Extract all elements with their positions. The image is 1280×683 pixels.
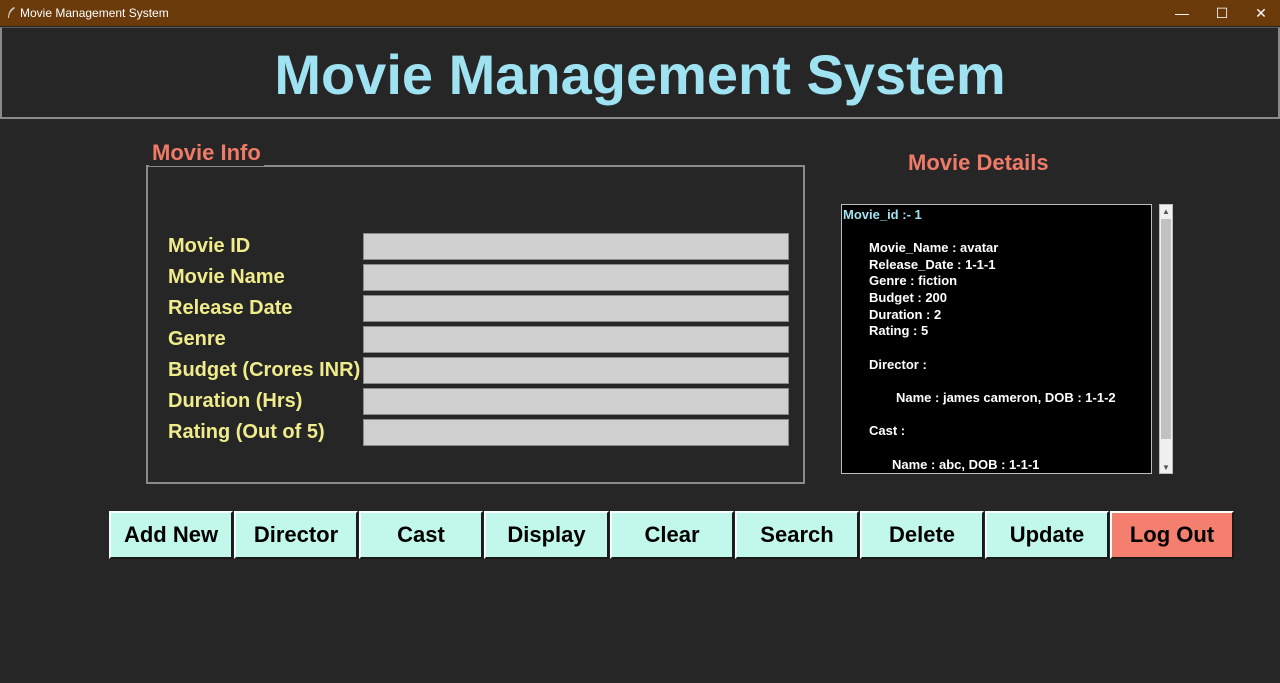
details-line: Release_Date : 1-1-1 (869, 257, 996, 272)
header-banner: Movie Management System (0, 27, 1280, 119)
details-line: Movie_Name : avatar (869, 240, 999, 255)
genre-label: Genre (168, 328, 226, 350)
clear-button[interactable]: Clear (610, 511, 734, 559)
details-line: Name : james cameron, DOB : 1-1-2 (896, 390, 1116, 405)
update-button[interactable]: Update (985, 511, 1109, 559)
movie-details-title: Movie Details (908, 150, 1049, 175)
details-line: Cast : (869, 423, 906, 438)
details-scrollbar[interactable]: ▲ ▼ (1159, 204, 1173, 474)
page-title: Movie Management System (274, 43, 1006, 106)
director-button[interactable]: Director (234, 511, 358, 559)
maximize-icon[interactable]: ☐ (1202, 0, 1242, 26)
duration-label: Duration (Hrs) (168, 390, 303, 412)
rating-input[interactable] (363, 419, 789, 446)
details-line: Duration : 2 (869, 307, 942, 322)
movie-id-label: Movie ID (168, 235, 251, 257)
search-button[interactable]: Search (735, 511, 859, 559)
window-title: Movie Management System (20, 6, 169, 20)
movie-name-input[interactable] (363, 264, 789, 291)
duration-input[interactable] (363, 388, 789, 415)
close-icon[interactable]: ✕ (1241, 0, 1280, 26)
budget-label: Budget (Crores INR) (168, 359, 361, 381)
add-new-button[interactable]: Add New (109, 511, 233, 559)
details-line: Movie_id :- 1 (843, 207, 922, 222)
scrollbar-thumb[interactable] (1161, 219, 1171, 439)
details-line: Director : (869, 357, 927, 372)
budget-input[interactable] (363, 357, 789, 384)
movie-id-input[interactable] (363, 233, 789, 260)
rating-label: Rating (Out of 5) (168, 421, 325, 443)
movie-info-legend: Movie Info (149, 140, 264, 166)
details-line: Genre : fiction (869, 273, 958, 288)
movie-details-textbox[interactable]: Movie_id :- 1 Movie_Name : avatar Releas… (841, 204, 1152, 474)
scroll-up-icon[interactable]: ▲ (1160, 205, 1172, 217)
minimize-icon[interactable]: — (1162, 0, 1202, 26)
details-line: Budget : 200 (869, 290, 948, 305)
movie-name-label: Movie Name (168, 266, 285, 288)
genre-input[interactable] (363, 326, 789, 353)
delete-button[interactable]: Delete (860, 511, 984, 559)
window-title-bar: Movie Management System — ☐ ✕ (0, 0, 1280, 26)
feather-icon (8, 7, 15, 18)
details-line: Name : abc, DOB : 1-1-1 (892, 457, 1040, 472)
details-line: Rating : 5 (869, 323, 929, 338)
release-date-label: Release Date (168, 297, 293, 319)
log-out-button[interactable]: Log Out (1110, 511, 1234, 559)
cast-button[interactable]: Cast (359, 511, 483, 559)
release-date-input[interactable] (363, 295, 789, 322)
scroll-down-icon[interactable]: ▼ (1160, 461, 1172, 473)
display-button[interactable]: Display (484, 511, 609, 559)
